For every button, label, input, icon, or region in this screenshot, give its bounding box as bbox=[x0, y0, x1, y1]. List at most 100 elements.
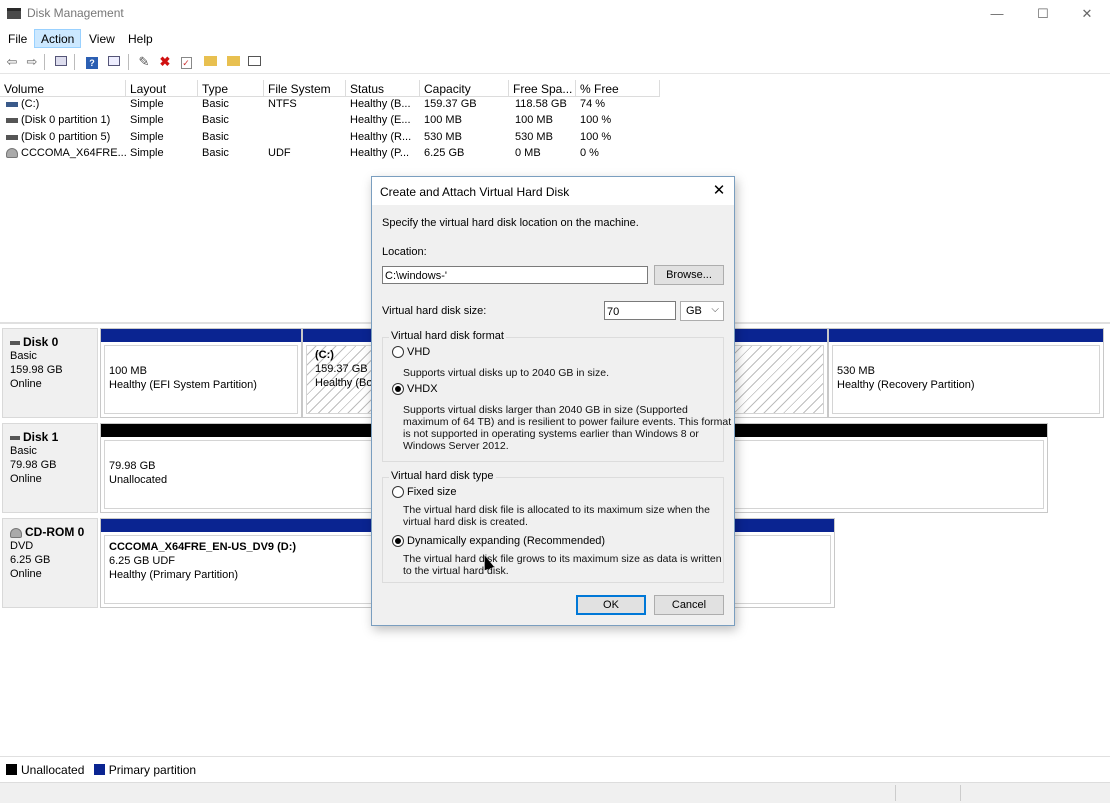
dialog-close-button[interactable]: ✕ bbox=[710, 182, 728, 200]
folder-up-icon[interactable] bbox=[202, 54, 218, 70]
location-input[interactable] bbox=[382, 266, 648, 284]
properties-icon[interactable] bbox=[106, 54, 122, 70]
file-system-cell bbox=[264, 114, 346, 130]
disk-name: CD-ROM 0 bbox=[25, 525, 85, 539]
free-space-cell: 100 MB bbox=[515, 114, 553, 126]
check-icon[interactable]: ✓ bbox=[178, 54, 194, 70]
disk-name: Disk 0 bbox=[23, 335, 59, 349]
type-cell: Basic bbox=[202, 147, 229, 159]
cd-drive-icon bbox=[6, 148, 18, 159]
partition-efi[interactable]: 100 MB Healthy (EFI System Partition) bbox=[100, 328, 302, 418]
table-row[interactable]: (C:) bbox=[2, 98, 126, 114]
help-icon[interactable]: ? bbox=[84, 54, 100, 70]
table-row[interactable]: CCCOMA_X64FRE... bbox=[2, 147, 126, 163]
list-view-icon[interactable] bbox=[246, 54, 262, 70]
column-header-file-system[interactable]: File System bbox=[264, 80, 346, 97]
menu-help[interactable]: Help bbox=[122, 29, 159, 48]
percent-free-cell: 100 % bbox=[580, 114, 612, 126]
vhdx-label[interactable]: VHDX bbox=[407, 383, 438, 395]
fixed-size-radio[interactable] bbox=[392, 486, 404, 498]
dialog-instruction: Specify the virtual hard disk location o… bbox=[382, 217, 639, 229]
column-header-layout[interactable]: Layout bbox=[126, 80, 198, 97]
table-row[interactable]: (Disk 0 partition 1) bbox=[2, 114, 126, 130]
free-space-cell: 0 MB bbox=[515, 147, 541, 159]
forward-arrow-icon[interactable]: ⇨ bbox=[24, 54, 40, 70]
status-cell: Healthy (E... bbox=[350, 114, 411, 126]
size-input[interactable] bbox=[604, 301, 676, 320]
format-group-title: Virtual hard disk format bbox=[389, 330, 506, 342]
column-header-percent-free[interactable]: % Free bbox=[576, 80, 660, 97]
partition-size: 100 MB bbox=[109, 365, 147, 377]
vhdx-radio[interactable] bbox=[392, 383, 404, 395]
delete-icon[interactable]: ✖ bbox=[157, 54, 173, 70]
close-button[interactable]: ✕ bbox=[1064, 0, 1110, 27]
drive-icon bbox=[6, 101, 18, 107]
back-arrow-icon[interactable]: ⇦ bbox=[4, 54, 20, 70]
location-label: Location: bbox=[382, 246, 427, 258]
layout-cell: Simple bbox=[130, 131, 164, 143]
vhd-radio[interactable] bbox=[392, 346, 404, 358]
toolbar-separator bbox=[74, 54, 75, 70]
partition-bar bbox=[829, 329, 1103, 342]
disk-state: Online bbox=[10, 568, 42, 580]
dynamic-radio[interactable] bbox=[392, 535, 404, 547]
disk-management-icon bbox=[7, 8, 21, 19]
partition-icon bbox=[6, 134, 18, 140]
status-cell: Healthy (P... bbox=[350, 147, 410, 159]
status-cell: Healthy (R... bbox=[350, 131, 412, 143]
menu-action[interactable]: Action bbox=[34, 29, 82, 48]
chevron-down-icon: ⌵ bbox=[711, 304, 719, 315]
volume-name: (C:) bbox=[21, 98, 40, 110]
free-space-cell: 530 MB bbox=[515, 131, 553, 143]
menu-file[interactable]: File bbox=[2, 29, 33, 48]
column-header-free-space[interactable]: Free Spa... bbox=[509, 80, 576, 97]
dynamic-label[interactable]: Dynamically expanding (Recommended) bbox=[407, 535, 605, 547]
column-header-capacity[interactable]: Capacity bbox=[420, 80, 509, 97]
disk-size: 79.98 GB bbox=[10, 459, 57, 471]
maximize-button[interactable]: ☐ bbox=[1020, 0, 1066, 27]
capacity-cell: 159.37 GB bbox=[424, 98, 477, 110]
free-space-cell: 118.58 GB bbox=[515, 98, 567, 110]
cancel-button[interactable]: Cancel bbox=[654, 595, 724, 615]
volume-name: (Disk 0 partition 5) bbox=[21, 131, 111, 143]
column-header-volume[interactable]: Volume bbox=[0, 80, 126, 97]
disk-label[interactable]: Disk 1 Basic 79.98 GB Online bbox=[2, 423, 98, 513]
vhdx-desc-line: maximum of 64 TB) and is resilient to po… bbox=[403, 416, 732, 428]
status-segment bbox=[960, 785, 961, 801]
partition-recovery[interactable]: 530 MB Healthy (Recovery Partition) bbox=[828, 328, 1104, 418]
disk-label[interactable]: Disk 0 Basic 159.98 GB Online bbox=[2, 328, 98, 418]
partition-status: Healthy (EFI System Partition) bbox=[109, 379, 257, 391]
vhd-label[interactable]: VHD bbox=[407, 346, 430, 358]
console-tree-icon[interactable] bbox=[53, 54, 69, 70]
dynamic-desc-line: The virtual hard disk file grows to its … bbox=[403, 553, 722, 565]
cd-drive-icon bbox=[10, 527, 22, 538]
browse-button[interactable]: Browse... bbox=[654, 265, 724, 285]
folder-search-icon[interactable] bbox=[225, 54, 241, 70]
size-unit-select[interactable]: GB ⌵ bbox=[680, 301, 724, 321]
partition-size: 530 MB bbox=[837, 365, 875, 377]
fixed-size-label[interactable]: Fixed size bbox=[407, 486, 457, 498]
fixed-desc-line: The virtual hard disk file is allocated … bbox=[403, 504, 710, 516]
column-header-type[interactable]: Type bbox=[198, 80, 264, 97]
disk-kind: DVD bbox=[10, 540, 34, 552]
partition-bar bbox=[101, 329, 301, 342]
disk-label[interactable]: CD-ROM 0 DVD 6.25 GB Online bbox=[2, 518, 98, 608]
menu-view[interactable]: View bbox=[83, 29, 121, 48]
type-cell: Basic bbox=[202, 114, 229, 126]
percent-free-cell: 74 % bbox=[580, 98, 606, 110]
ok-button[interactable]: OK bbox=[576, 595, 646, 615]
vhdx-desc-line: Supports virtual disks larger than 2040 … bbox=[403, 404, 688, 416]
disk-icon bbox=[10, 435, 20, 440]
type-cell: Basic bbox=[202, 131, 229, 143]
connect-icon[interactable]: ✎ bbox=[136, 54, 152, 70]
status-cell: Healthy (B... bbox=[350, 98, 411, 110]
capacity-cell: 530 MB bbox=[424, 131, 462, 143]
layout-cell: Simple bbox=[130, 147, 164, 159]
column-header-status[interactable]: Status bbox=[346, 80, 420, 97]
table-row[interactable]: (Disk 0 partition 5) bbox=[2, 131, 126, 147]
status-bar bbox=[0, 782, 1110, 803]
status-segment bbox=[895, 785, 896, 801]
vhdx-desc-line: Windows Server 2012. bbox=[403, 440, 509, 452]
volume-name: (Disk 0 partition 1) bbox=[21, 114, 111, 126]
minimize-button[interactable]: — bbox=[974, 0, 1020, 27]
